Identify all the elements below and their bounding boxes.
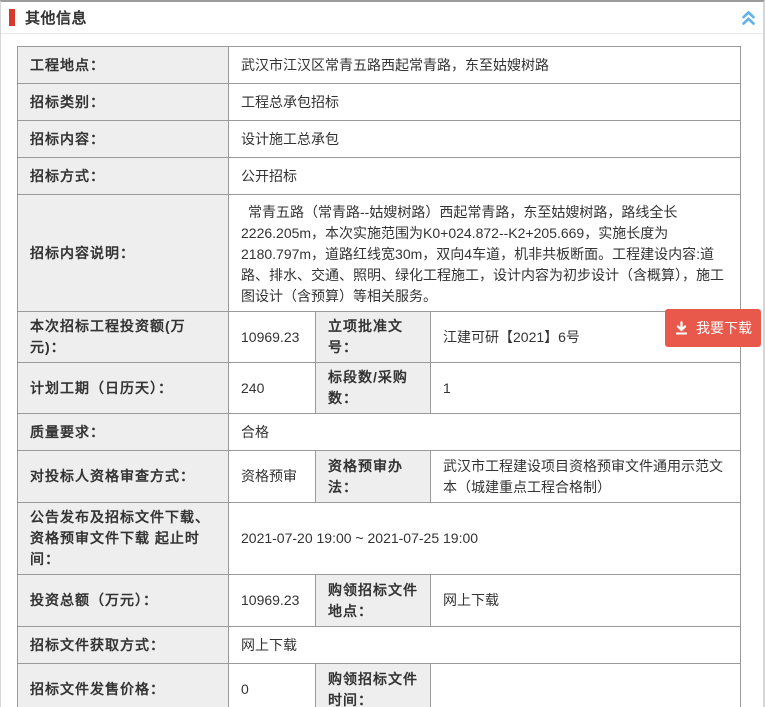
row-label: 计划工期（日历天）： [18, 363, 229, 413]
table-row-tender-description: 招标内容说明： 常青五路（常青路--姑嫂树路）西起常青路，东至姑嫂树路，路线全长… [18, 195, 740, 312]
row-label: 招标内容说明： [18, 195, 229, 311]
row-value: 240 [229, 363, 316, 413]
row-value: 2021-07-20 19:00 ~ 2021-07-25 19:00 [229, 503, 740, 574]
row-value: 常青五路（常青路--姑嫂树路）西起常青路，东至姑嫂树路，路线全长2226.205… [229, 195, 740, 311]
row-value: 设计施工总承包 [229, 121, 740, 157]
row-value-2: 1 [431, 363, 740, 413]
row-label-2: 购领招标文件时间： [316, 664, 431, 707]
row-value-2: 武汉市工程建设项目资格预审文件通用示范文本（城建重点工程合格制） [431, 451, 740, 502]
row-label: 工程地点： [18, 47, 229, 83]
row-label: 对投标人资格审查方式： [18, 451, 229, 502]
row-label-2: 标段数/采购数： [316, 363, 431, 413]
section-title: 其他信息 [25, 7, 87, 28]
row-label-2: 资格预审办法： [316, 451, 431, 502]
other-info-panel: 其他信息 工程地点： 武汉市江汉区常青五路西起常青路，东至姑嫂树路 招标类别： … [0, 0, 765, 707]
table-row-tender-method: 招标方式： 公开招标 [18, 158, 740, 195]
table-row-total-investment: 投资总额（万元）： 10969.23 购领招标文件地点： 网上下载 [18, 575, 740, 627]
row-label: 质量要求： [18, 414, 229, 450]
table-row-investment-amount: 本次招标工程投资额(万元)： 10969.23 立项批准文号： 江建可研【202… [18, 312, 740, 363]
row-label: 招标方式： [18, 158, 229, 194]
row-value: 工程总承包招标 [229, 84, 740, 120]
download-button-label: 我要下载 [696, 318, 752, 338]
table-row-qualification-review: 对投标人资格审查方式： 资格预审 资格预审办法： 武汉市工程建设项目资格预审文件… [18, 451, 740, 503]
row-value: 武汉市江汉区常青五路西起常青路，东至姑嫂树路 [229, 47, 740, 83]
row-value: 合格 [229, 414, 740, 450]
row-label-2: 购领招标文件地点： [316, 575, 431, 626]
row-label: 招标类别： [18, 84, 229, 120]
row-value: 0 [229, 664, 316, 707]
row-value: 10969.23 [229, 575, 316, 626]
table-row-quality-requirement: 质量要求： 合格 [18, 414, 740, 451]
row-label: 招标文件获取方式： [18, 627, 229, 663]
table-row-document-price: 招标文件发售价格： 0 购领招标文件时间： [18, 664, 740, 707]
table-row-planned-duration: 计划工期（日历天）： 240 标段数/采购数： 1 [18, 363, 740, 414]
table-row-document-access: 招标文件获取方式： 网上下载 [18, 627, 740, 664]
row-label-2: 立项批准文号： [316, 312, 431, 362]
row-label: 公告发布及招标文件下载、资格预审文件下载 起止时间： [18, 503, 229, 574]
row-label: 招标内容： [18, 121, 229, 157]
download-button[interactable]: 我要下载 [665, 309, 761, 347]
section-accent-bar [9, 9, 15, 26]
row-label: 本次招标工程投资额(万元)： [18, 312, 229, 362]
info-table: 工程地点： 武汉市江汉区常青五路西起常青路，东至姑嫂树路 招标类别： 工程总承包… [17, 46, 741, 707]
table-row-project-location: 工程地点： 武汉市江汉区常青五路西起常青路，东至姑嫂树路 [18, 47, 740, 84]
row-value: 资格预审 [229, 451, 316, 502]
row-label: 投资总额（万元）： [18, 575, 229, 626]
row-value-2: 网上下载 [431, 575, 740, 626]
section-header: 其他信息 [1, 2, 763, 34]
collapse-chevron-icon[interactable] [741, 9, 756, 26]
table-row-tender-content: 招标内容： 设计施工总承包 [18, 121, 740, 158]
table-row-announcement-period: 公告发布及招标文件下载、资格预审文件下载 起止时间： 2021-07-20 19… [18, 503, 740, 575]
row-value: 10969.23 [229, 312, 316, 362]
table-row-tender-category: 招标类别： 工程总承包招标 [18, 84, 740, 121]
row-value-2 [431, 664, 740, 707]
row-value: 公开招标 [229, 158, 740, 194]
row-label: 招标文件发售价格： [18, 664, 229, 707]
row-value: 网上下载 [229, 627, 740, 663]
download-icon [674, 321, 689, 336]
